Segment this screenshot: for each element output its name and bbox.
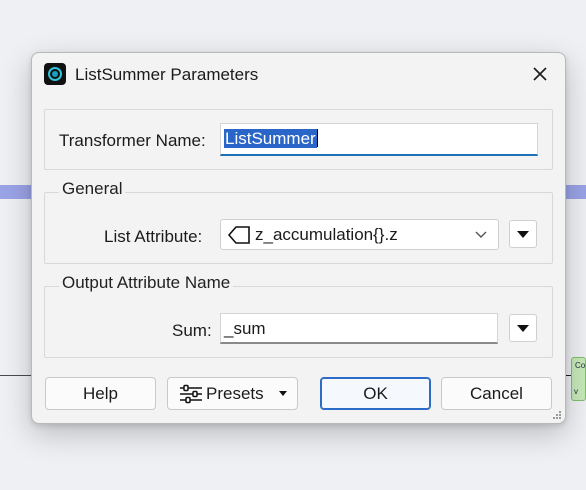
presets-sliders-icon [180,384,202,403]
dropdown-triangle-icon [517,230,529,238]
chevron-down-icon [475,231,487,238]
list-attribute-select[interactable]: z_accumulation{}.z [220,219,499,250]
list-attribute-menu-button[interactable] [509,220,537,248]
transformer-name-value: ListSummer [224,129,317,148]
ok-button-label: OK [363,383,388,403]
general-legend: General [59,179,126,199]
dropdown-triangle-icon [517,324,529,332]
help-button-label: Help [83,383,118,403]
presets-button[interactable]: Presets [167,377,298,410]
transformer-name-group: Transformer Name: ListSummer [44,109,553,170]
sum-input[interactable]: _sum [220,313,498,344]
node-chevron: v [574,387,578,396]
canvas-connector-line [0,375,34,376]
close-button[interactable] [523,59,557,89]
list-attribute-icon [227,225,250,244]
ok-button[interactable]: OK [320,377,431,410]
cancel-button-label: Cancel [470,383,523,403]
close-icon [533,67,547,81]
fme-workbench-icon [44,63,66,85]
node-label: Co [575,361,586,370]
sum-value: _sum [224,319,266,338]
presets-dropdown-icon [279,391,287,396]
transformer-name-label: Transformer Name: [59,131,206,150]
cancel-button[interactable]: Cancel [441,377,552,410]
output-attribute-group: Output Attribute Name Sum: _sum [44,273,553,358]
resize-grip-icon[interactable] [552,410,562,420]
general-group: General List Attribute: z_accumulation{}… [44,179,553,264]
title-bar[interactable]: ListSummer Parameters [32,53,565,97]
list-attribute-value: z_accumulation{}.z [255,224,398,244]
sum-menu-button[interactable] [509,314,537,342]
text-caret [316,129,318,147]
list-attribute-label: List Attribute: [104,227,203,246]
presets-button-label: Presets [206,383,264,403]
output-attribute-legend: Output Attribute Name [59,273,234,293]
transformer-name-input[interactable]: ListSummer [220,123,538,156]
dialog-title: ListSummer Parameters [75,65,259,84]
sum-label: Sum: [172,321,212,340]
listsummer-parameters-dialog: ListSummer Parameters Transformer Name: … [31,52,566,424]
help-button[interactable]: Help [45,377,156,410]
